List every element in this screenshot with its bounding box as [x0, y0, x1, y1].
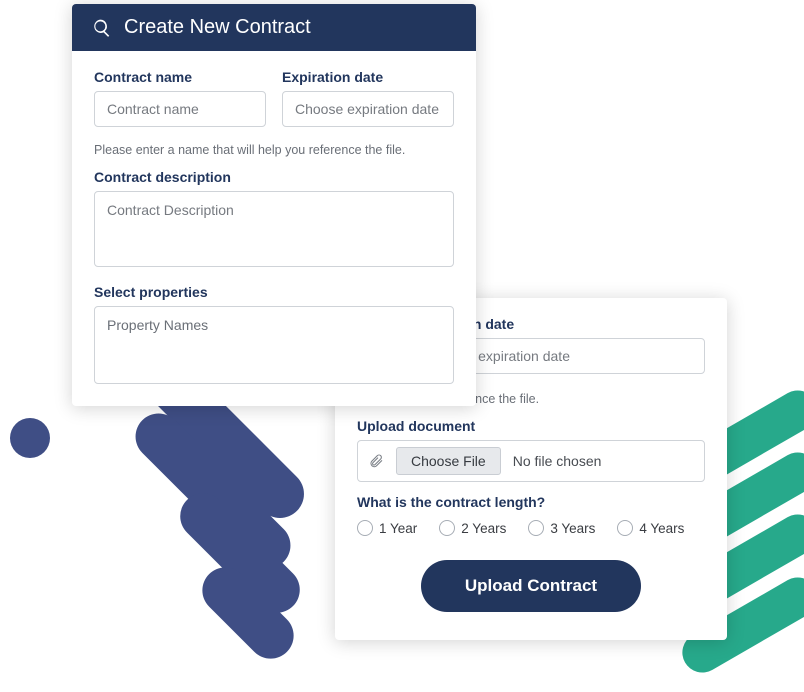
select-properties-input[interactable]: Property Names	[94, 306, 454, 384]
bg-decor	[2, 410, 59, 467]
upload-contract-button[interactable]: Upload Contract	[421, 560, 641, 612]
attachment-icon	[368, 453, 384, 469]
radio-label: 4 Years	[639, 521, 684, 536]
modal-title: Create New Contract	[124, 16, 311, 39]
contract-name-input[interactable]	[94, 91, 266, 127]
contract-description-label: Contract description	[94, 169, 454, 185]
expiration-date-label: Expiration date	[282, 69, 454, 85]
radio-4-years[interactable]: 4 Years	[617, 520, 684, 536]
contract-name-label: Contract name	[94, 69, 266, 85]
file-status-text: No file chosen	[513, 453, 602, 469]
select-properties-label: Select properties	[94, 284, 454, 300]
expiration-date-input[interactable]	[282, 91, 454, 127]
search-icon	[92, 18, 112, 38]
name-helper-text: Please enter a name that will help you r…	[94, 143, 454, 157]
upload-document-label: Upload document	[357, 418, 705, 434]
contract-description-input[interactable]	[94, 191, 454, 267]
create-contract-modal: Create New Contract Contract name Expira…	[72, 4, 476, 406]
file-input-row: Choose File No file chosen	[357, 440, 705, 482]
radio-3-years[interactable]: 3 Years	[528, 520, 595, 536]
radio-label: 2 Years	[461, 521, 506, 536]
contract-length-radios: 1 Year 2 Years 3 Years 4 Years	[357, 520, 705, 536]
radio-2-years[interactable]: 2 Years	[439, 520, 506, 536]
radio-label: 3 Years	[550, 521, 595, 536]
modal-header: Create New Contract	[72, 4, 476, 51]
contract-length-label: What is the contract length?	[357, 494, 705, 510]
select-placeholder: Property Names	[107, 317, 208, 333]
radio-label: 1 Year	[379, 521, 417, 536]
radio-1-year[interactable]: 1 Year	[357, 520, 417, 536]
choose-file-button[interactable]: Choose File	[396, 447, 501, 475]
